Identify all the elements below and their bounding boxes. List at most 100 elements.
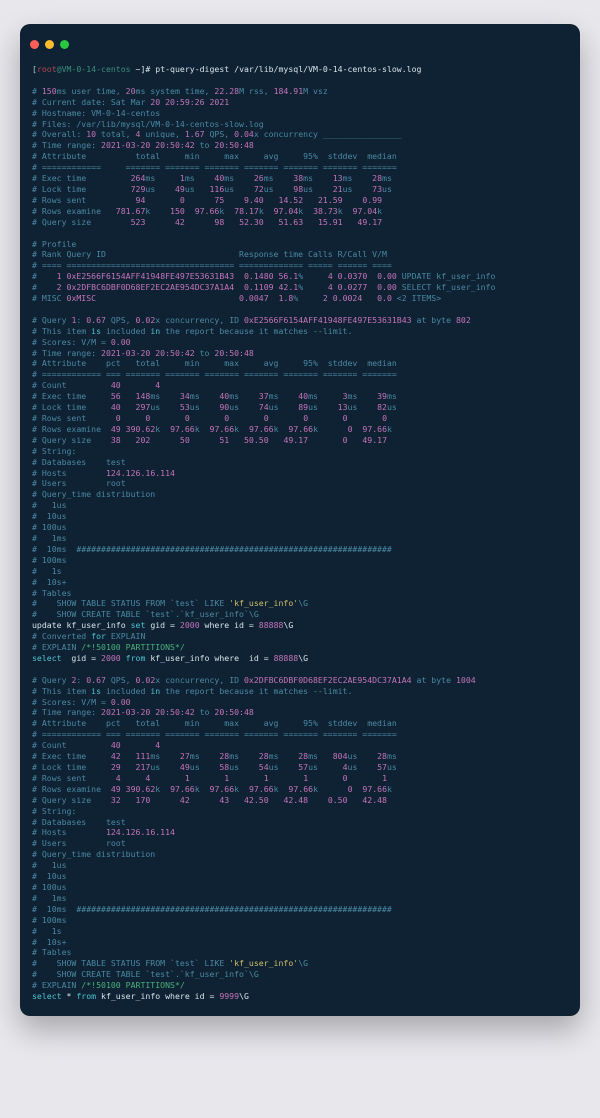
misc-id: 0xMISC [67, 293, 97, 303]
u [229, 773, 264, 783]
n: 781.67 [111, 206, 146, 216]
u [185, 206, 195, 216]
n: 50 [180, 435, 190, 445]
t: at byte [412, 675, 456, 685]
close-icon[interactable] [30, 40, 39, 49]
u: ms [264, 173, 294, 183]
kw: set [131, 620, 146, 630]
n: 38 [106, 435, 121, 445]
row-label: # Query size [32, 217, 111, 227]
n: 51 [219, 435, 229, 445]
dist-row: # 1s [32, 566, 62, 576]
n: 97.66 [249, 784, 274, 794]
t: ms system time, [136, 86, 215, 96]
partitions: /*!50100 PARTITIONS*/ [81, 980, 185, 990]
row-label: # Count [32, 380, 106, 390]
u [348, 795, 363, 805]
sql: kf_user_info where id = [145, 653, 273, 663]
t: # Current date: Sat Mar [32, 97, 150, 107]
dist-row: # 10s+ [32, 937, 67, 947]
terminal-output[interactable]: [root@VM-0-14-centos ~]# pt-query-digest… [20, 58, 580, 1016]
profile-header: # Rank Query ID Response time Calls R/Ca… [32, 249, 397, 259]
u: us [348, 751, 378, 761]
t: # Scores: V/M = [32, 337, 111, 347]
hdr-line: # [32, 86, 42, 96]
dist-row: # 10ms [32, 904, 76, 914]
u [185, 195, 215, 205]
t: unique, [140, 129, 184, 139]
n: 97.66 [249, 424, 274, 434]
row-label: # Count [32, 740, 106, 750]
u: us [308, 402, 338, 412]
t: : [76, 315, 86, 325]
n: 51.63 [279, 217, 304, 227]
u [229, 795, 244, 805]
u: us [387, 402, 397, 412]
n: 0.0 [362, 293, 392, 303]
dist-row: # 1us [32, 860, 67, 870]
n: 14.52 [279, 195, 304, 205]
u [190, 435, 220, 445]
t: # Time range: [32, 348, 101, 358]
t: M rss, [239, 86, 274, 96]
t: # Query [32, 675, 71, 685]
attr-rule: # ============ === ======= ======= =====… [32, 729, 397, 739]
u [224, 217, 239, 227]
t: # EXPLAIN [32, 642, 81, 652]
maximize-icon[interactable] [60, 40, 69, 49]
n: 390.62 [121, 784, 156, 794]
profile-title: # Profile [32, 239, 76, 249]
attr-rule-row: # ============ ======= ======= ======= =… [32, 162, 397, 172]
u: ms [145, 173, 180, 183]
n: 97.66 [288, 784, 313, 794]
n: 42.48 [362, 795, 387, 805]
users: # Users root [32, 478, 126, 488]
u: ms [308, 751, 333, 761]
minimize-icon[interactable] [45, 40, 54, 49]
n: 90 [219, 402, 229, 412]
n: 0.00 [367, 271, 397, 281]
u [343, 217, 358, 227]
n: 21.59 [318, 195, 343, 205]
time-range-start: 2021-03-20 20:50:42 [101, 140, 195, 150]
u [229, 413, 264, 423]
t: % [298, 282, 328, 292]
t: # This item [32, 326, 91, 336]
n: 1004 [456, 675, 476, 685]
n: 0.0047 1.8 [239, 293, 293, 303]
n: 4 [106, 773, 121, 783]
t: # This item [32, 686, 91, 696]
kw: for [91, 631, 106, 641]
row-label: # Exec time [32, 391, 106, 401]
u [353, 784, 363, 794]
u: us [150, 402, 180, 412]
u: ms [308, 391, 343, 401]
dist-row: # 100us [32, 882, 67, 892]
u: k [145, 206, 170, 216]
n: 28 [219, 751, 229, 761]
t: # Converted [32, 631, 91, 641]
n: 148 [121, 391, 151, 401]
u: k [387, 424, 392, 434]
databases: # Databases test [32, 817, 126, 827]
u [190, 773, 225, 783]
n: 49 [106, 784, 121, 794]
n: 264 [111, 173, 146, 183]
n: 150 [42, 86, 57, 96]
n: 98 [214, 217, 224, 227]
query-id: 0xE2566F6154AFF41948FE497E53631B43 [244, 315, 412, 325]
u: k [313, 784, 348, 794]
n: 97.66 [288, 424, 313, 434]
t: # SHOW TABLE STATUS FROM `test` LIKE [32, 598, 229, 608]
row-label: # Exec time [32, 173, 111, 183]
n: 97.04 [274, 206, 299, 216]
n: 0.00 [367, 282, 397, 292]
t: % [293, 293, 323, 303]
dist-row: # 10us [32, 511, 67, 521]
u [308, 413, 343, 423]
row-label: # Lock time [32, 402, 106, 412]
n: 20:50:48 [214, 707, 253, 717]
u: ms [382, 173, 392, 183]
n: 111 [121, 751, 151, 761]
n: 804 [333, 751, 348, 761]
